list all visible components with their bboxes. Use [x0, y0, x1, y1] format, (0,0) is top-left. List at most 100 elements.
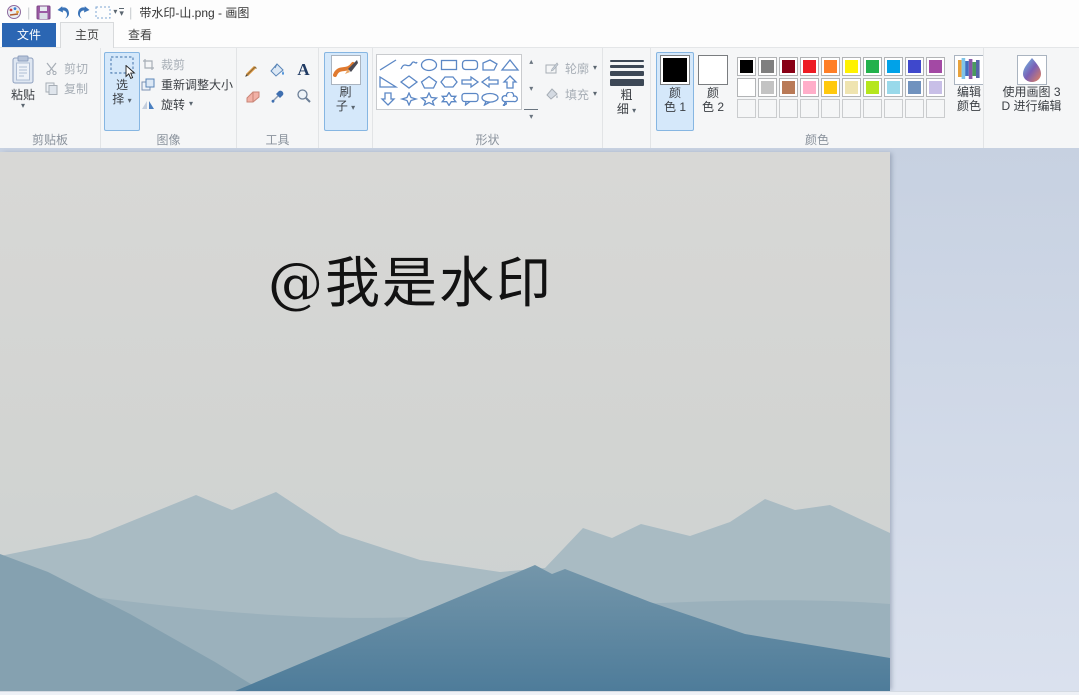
- undo-icon[interactable]: [53, 2, 73, 22]
- group-clipboard: 粘贴 ▾ 剪切 复制 剪贴板: [0, 48, 101, 148]
- palette-empty-slot[interactable]: [884, 99, 903, 118]
- palette-swatch[interactable]: [737, 78, 756, 97]
- shape-star-6-icon[interactable]: [439, 91, 459, 107]
- canvas[interactable]: @我是水印: [0, 152, 890, 691]
- palette-swatch[interactable]: [926, 78, 945, 97]
- paint3d-group-label: [984, 131, 1079, 148]
- fill-bucket-icon[interactable]: [266, 58, 290, 82]
- resize-button[interactable]: 重新调整大小: [140, 74, 233, 94]
- palette-swatch[interactable]: [926, 57, 945, 76]
- palette-empty-slot[interactable]: [800, 99, 819, 118]
- palette-empty-slot[interactable]: [821, 99, 840, 118]
- paint3d-icon: [1017, 55, 1047, 85]
- text-tool-icon[interactable]: A: [292, 58, 316, 82]
- palette-empty-slot[interactable]: [905, 99, 924, 118]
- palette-swatch[interactable]: [863, 78, 882, 97]
- shape-right-triangle-icon[interactable]: [378, 74, 398, 90]
- select-tool-qat-icon[interactable]: [93, 2, 113, 22]
- palette-swatch[interactable]: [800, 57, 819, 76]
- select-button[interactable]: 选 择 ▾: [104, 52, 140, 131]
- shape-star-5-icon[interactable]: [419, 91, 439, 107]
- palette-swatch[interactable]: [779, 57, 798, 76]
- palette-empty-slot[interactable]: [842, 99, 861, 118]
- palette-swatch[interactable]: [821, 78, 840, 97]
- palette-swatch[interactable]: [758, 57, 777, 76]
- edit-colors-label-line2: 颜色: [957, 99, 981, 113]
- select-dropdown-icon[interactable]: ▾: [113, 8, 117, 16]
- palette-swatch[interactable]: [758, 78, 777, 97]
- crop-button[interactable]: 裁剪: [140, 54, 233, 74]
- shape-pentagon-icon[interactable]: [419, 74, 439, 90]
- shape-polygon-icon[interactable]: [480, 57, 500, 73]
- palette-swatch[interactable]: [905, 57, 924, 76]
- shape-rectangle-icon[interactable]: [439, 57, 459, 73]
- palette-swatch[interactable]: [884, 57, 903, 76]
- tab-view[interactable]: 查看: [114, 23, 166, 47]
- shape-arrow-left-icon[interactable]: [480, 74, 500, 90]
- shapes-scroll-down-icon[interactable]: ▾: [524, 82, 537, 95]
- palette-empty-slot[interactable]: [737, 99, 756, 118]
- shape-arrow-down-icon[interactable]: [378, 91, 398, 107]
- color1-label-line1: 颜: [669, 86, 681, 100]
- size-button[interactable]: 粗 细 ▾: [606, 52, 648, 131]
- color1-button[interactable]: 颜 色 1: [656, 52, 694, 131]
- palette-swatch[interactable]: [842, 78, 861, 97]
- shape-curve-icon[interactable]: [399, 57, 419, 73]
- shapes-scroll-up-icon[interactable]: ▴: [524, 55, 537, 68]
- colors-group-label: 颜色: [651, 131, 983, 148]
- window-title: 带水印-山.png - 画图: [139, 4, 249, 21]
- palette-swatch[interactable]: [863, 57, 882, 76]
- fill-button[interactable]: 填充 ▾: [544, 84, 597, 104]
- shape-diamond-icon[interactable]: [399, 74, 419, 90]
- outline-button[interactable]: 轮廓 ▾: [544, 58, 597, 78]
- fill-label: 填充: [565, 86, 589, 103]
- customize-qat-icon[interactable]: ▾: [119, 8, 124, 17]
- copy-icon: [43, 80, 60, 96]
- eraser-icon[interactable]: [240, 84, 264, 108]
- eyedropper-icon[interactable]: [266, 84, 290, 108]
- palette-swatch[interactable]: [779, 78, 798, 97]
- shape-line-icon[interactable]: [378, 57, 398, 73]
- color2-button[interactable]: 颜 色 2: [694, 52, 732, 131]
- paint3d-label-line2: D 进行编辑: [1001, 99, 1061, 113]
- palette-swatch[interactable]: [842, 57, 861, 76]
- tab-file[interactable]: 文件: [2, 23, 56, 47]
- brushes-button[interactable]: 刷 子 ▾: [324, 52, 368, 131]
- rotate-button[interactable]: 旋转 ▾: [140, 94, 233, 114]
- palette-empty-slot[interactable]: [926, 99, 945, 118]
- shape-callout-oval-icon[interactable]: [480, 91, 500, 107]
- tools-group-label: 工具: [237, 131, 318, 148]
- shape-arrow-up-icon[interactable]: [500, 74, 520, 90]
- shapes-more-icon[interactable]: ▾: [524, 109, 537, 123]
- save-icon[interactable]: [33, 2, 53, 22]
- paint3d-button[interactable]: 使用画图 3 D 进行编辑: [994, 52, 1070, 131]
- paste-button[interactable]: 粘贴 ▾: [3, 52, 43, 131]
- mouse-cursor-icon: [125, 65, 136, 80]
- shape-triangle-icon[interactable]: [500, 57, 520, 73]
- shape-callout-rounded-icon[interactable]: [460, 91, 480, 107]
- shape-hexagon-icon[interactable]: [439, 74, 459, 90]
- tab-home[interactable]: 主页: [60, 22, 114, 48]
- copy-label: 复制: [64, 80, 88, 97]
- shape-rounded-rectangle-icon[interactable]: [460, 57, 480, 73]
- edit-colors-label-line1: 编辑: [957, 85, 981, 99]
- shape-callout-cloud-icon[interactable]: [500, 91, 520, 107]
- pencil-icon[interactable]: [240, 58, 264, 82]
- shape-arrow-right-icon[interactable]: [460, 74, 480, 90]
- shape-star-4-icon[interactable]: [399, 91, 419, 107]
- palette-swatch[interactable]: [884, 78, 903, 97]
- palette-swatch[interactable]: [821, 57, 840, 76]
- palette-swatch[interactable]: [905, 78, 924, 97]
- select-label-line2: 择 ▾: [112, 92, 131, 106]
- palette-empty-slot[interactable]: [758, 99, 777, 118]
- qat-separator-2: |: [129, 5, 132, 20]
- palette-empty-slot[interactable]: [863, 99, 882, 118]
- redo-icon[interactable]: [73, 2, 93, 22]
- copy-button[interactable]: 复制: [43, 78, 88, 98]
- palette-empty-slot[interactable]: [779, 99, 798, 118]
- palette-swatch[interactable]: [737, 57, 756, 76]
- palette-swatch[interactable]: [800, 78, 819, 97]
- magnifier-icon[interactable]: [292, 84, 316, 108]
- shape-ellipse-icon[interactable]: [419, 57, 439, 73]
- cut-button[interactable]: 剪切: [43, 58, 88, 78]
